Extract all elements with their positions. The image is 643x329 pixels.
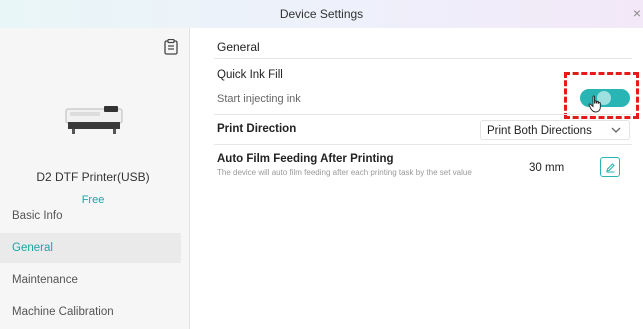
quick-ink-fill-toggle[interactable] [580, 89, 630, 107]
section-title: General [217, 40, 260, 54]
edit-feed-value-button[interactable] [600, 157, 620, 177]
divider [214, 144, 632, 145]
document-icon[interactable] [164, 39, 178, 55]
quick-ink-fill-sub-label: Start injecting ink [217, 93, 301, 105]
sidebar-item-general[interactable]: General [0, 233, 181, 263]
settings-panel: General Quick Ink Fill Start injecting i… [190, 28, 643, 329]
sidebar-nav: Basic Info General Maintenance Machine C… [0, 201, 181, 329]
sidebar-item-machine-calibration[interactable]: Machine Calibration [0, 297, 181, 327]
divider [214, 114, 632, 115]
print-direction-label: Print Direction [217, 123, 297, 135]
chevron-down-icon [611, 127, 621, 133]
print-direction-select[interactable]: Print Both Directions [480, 120, 630, 140]
auto-film-feeding-description: The device will auto film feeding after … [217, 168, 472, 177]
device-name: D2 DTF Printer(USB) [36, 170, 150, 184]
title-bar: Device Settings × [0, 0, 643, 28]
close-icon[interactable]: × [633, 5, 641, 21]
window-title: Device Settings [279, 7, 364, 21]
divider [214, 58, 632, 59]
sidebar-item-maintenance[interactable]: Maintenance [0, 265, 181, 295]
print-direction-value: Print Both Directions [487, 125, 592, 137]
printer-icon [65, 106, 123, 134]
pencil-icon [606, 163, 615, 173]
sidebar: D2 DTF Printer(USB) Free Basic Info Gene… [0, 28, 190, 329]
auto-film-feeding-label: Auto Film Feeding After Printing [217, 153, 394, 165]
sidebar-item-basic-info[interactable]: Basic Info [0, 201, 181, 231]
auto-film-feeding-value: 30 mm [529, 162, 565, 174]
toggle-knob [597, 91, 611, 105]
quick-ink-fill-label: Quick Ink Fill [217, 69, 283, 81]
